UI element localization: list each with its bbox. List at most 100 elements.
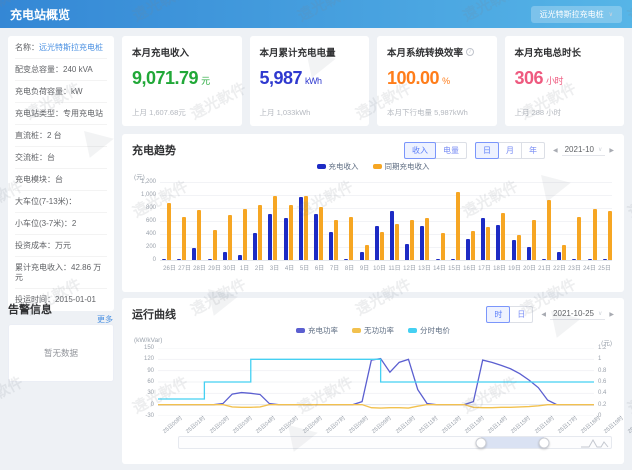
bar[interactable] bbox=[223, 252, 227, 260]
bar-group[interactable] bbox=[603, 182, 612, 260]
bar[interactable] bbox=[365, 245, 369, 260]
bar[interactable] bbox=[410, 220, 414, 260]
bar-group[interactable] bbox=[527, 182, 536, 260]
legend-item[interactable]: 充电收入 bbox=[317, 161, 359, 172]
bar[interactable] bbox=[334, 220, 338, 260]
bar[interactable] bbox=[314, 214, 318, 260]
bar-group[interactable] bbox=[557, 182, 566, 260]
bar[interactable] bbox=[192, 248, 196, 260]
bar-group[interactable] bbox=[451, 182, 460, 260]
bar[interactable] bbox=[577, 217, 581, 260]
trend-period-option-1[interactable]: 月 bbox=[498, 142, 522, 159]
bar-group[interactable] bbox=[344, 182, 353, 260]
trend-metric-option-1[interactable]: 电量 bbox=[435, 142, 467, 159]
bar-group[interactable] bbox=[268, 182, 277, 260]
trend-period-option-2[interactable]: 年 bbox=[521, 142, 545, 159]
curve-period-option-1[interactable]: 日 bbox=[509, 306, 533, 323]
bar[interactable] bbox=[228, 215, 232, 261]
bar[interactable] bbox=[253, 233, 257, 260]
bar-group[interactable] bbox=[466, 182, 475, 260]
bar-group[interactable] bbox=[572, 182, 581, 260]
bar[interactable] bbox=[603, 259, 607, 260]
datazoom-right-handle[interactable] bbox=[539, 437, 550, 448]
bar[interactable] bbox=[425, 218, 429, 260]
bar[interactable] bbox=[268, 214, 272, 260]
bar-group[interactable] bbox=[253, 182, 262, 260]
bar[interactable] bbox=[238, 255, 242, 260]
bar-group[interactable] bbox=[208, 182, 217, 260]
bar[interactable] bbox=[608, 211, 612, 260]
bar[interactable] bbox=[344, 259, 348, 260]
bar-group[interactable] bbox=[481, 182, 490, 260]
bar[interactable] bbox=[395, 224, 399, 260]
bar[interactable] bbox=[501, 213, 505, 260]
bar[interactable] bbox=[258, 205, 262, 260]
bar[interactable] bbox=[593, 209, 597, 260]
bar-group[interactable] bbox=[496, 182, 505, 260]
bar[interactable] bbox=[481, 218, 485, 260]
bar[interactable] bbox=[486, 227, 490, 260]
bar[interactable] bbox=[532, 220, 536, 260]
bar[interactable] bbox=[517, 235, 521, 260]
bar-group[interactable] bbox=[420, 182, 429, 260]
bar[interactable] bbox=[527, 247, 531, 260]
bar[interactable] bbox=[304, 196, 308, 260]
bar-group[interactable] bbox=[192, 182, 201, 260]
legend-item[interactable]: 同期充电收入 bbox=[373, 161, 430, 172]
legend-item[interactable]: 分时电价 bbox=[408, 325, 450, 336]
bar[interactable] bbox=[420, 226, 424, 260]
bar-group[interactable] bbox=[238, 182, 247, 260]
bar[interactable] bbox=[405, 244, 409, 260]
bar[interactable] bbox=[456, 192, 460, 260]
bar-group[interactable] bbox=[314, 182, 323, 260]
bar-group[interactable] bbox=[512, 182, 521, 260]
bar[interactable] bbox=[177, 259, 181, 260]
bar[interactable] bbox=[380, 232, 384, 260]
datazoom-selected-range[interactable] bbox=[481, 437, 544, 448]
bar-group[interactable] bbox=[284, 182, 293, 260]
bar[interactable] bbox=[451, 259, 455, 260]
next-month-icon[interactable]: ▶ bbox=[609, 147, 614, 154]
bar[interactable] bbox=[572, 259, 576, 260]
bar-group[interactable] bbox=[177, 182, 186, 260]
bar-group[interactable] bbox=[329, 182, 338, 260]
bar-group[interactable] bbox=[360, 182, 369, 260]
prev-day-icon[interactable]: ◀ bbox=[541, 311, 546, 318]
bar-group[interactable] bbox=[375, 182, 384, 260]
bar[interactable] bbox=[466, 239, 470, 260]
bar[interactable] bbox=[289, 205, 293, 260]
info-icon[interactable]: i bbox=[466, 48, 474, 56]
bar-group[interactable] bbox=[542, 182, 551, 260]
bar[interactable] bbox=[329, 232, 333, 260]
bar-group[interactable] bbox=[588, 182, 597, 260]
next-day-icon[interactable]: ▶ bbox=[609, 311, 614, 318]
bar[interactable] bbox=[390, 211, 394, 260]
bar[interactable] bbox=[375, 226, 379, 260]
prev-month-icon[interactable]: ◀ bbox=[553, 147, 558, 154]
trend-date-picker[interactable]: 2021-10 ∨ bbox=[562, 144, 606, 156]
bar[interactable] bbox=[319, 207, 323, 260]
bar-group[interactable] bbox=[162, 182, 171, 260]
bar[interactable] bbox=[182, 217, 186, 260]
datazoom-left-handle[interactable] bbox=[476, 437, 487, 448]
bar[interactable] bbox=[299, 197, 303, 260]
bar[interactable] bbox=[167, 203, 171, 260]
bar[interactable] bbox=[557, 252, 561, 260]
bar[interactable] bbox=[496, 225, 500, 260]
bar-group[interactable] bbox=[223, 182, 232, 260]
bar[interactable] bbox=[471, 231, 475, 260]
bar[interactable] bbox=[349, 217, 353, 260]
curve-period-option-0[interactable]: 时 bbox=[486, 306, 510, 323]
bar-group[interactable] bbox=[436, 182, 445, 260]
bar[interactable] bbox=[162, 259, 166, 260]
legend-item[interactable]: 无功功率 bbox=[352, 325, 394, 336]
bar[interactable] bbox=[284, 218, 288, 260]
bar[interactable] bbox=[512, 240, 516, 260]
bar-group[interactable] bbox=[390, 182, 399, 260]
bar-group[interactable] bbox=[405, 182, 414, 260]
bar[interactable] bbox=[273, 196, 277, 260]
station-selector-dropdown[interactable]: 远光特斯拉充电桩 ∨ bbox=[531, 6, 622, 23]
bar-group[interactable] bbox=[299, 182, 308, 260]
bar[interactable] bbox=[213, 230, 217, 260]
bar[interactable] bbox=[542, 259, 546, 260]
